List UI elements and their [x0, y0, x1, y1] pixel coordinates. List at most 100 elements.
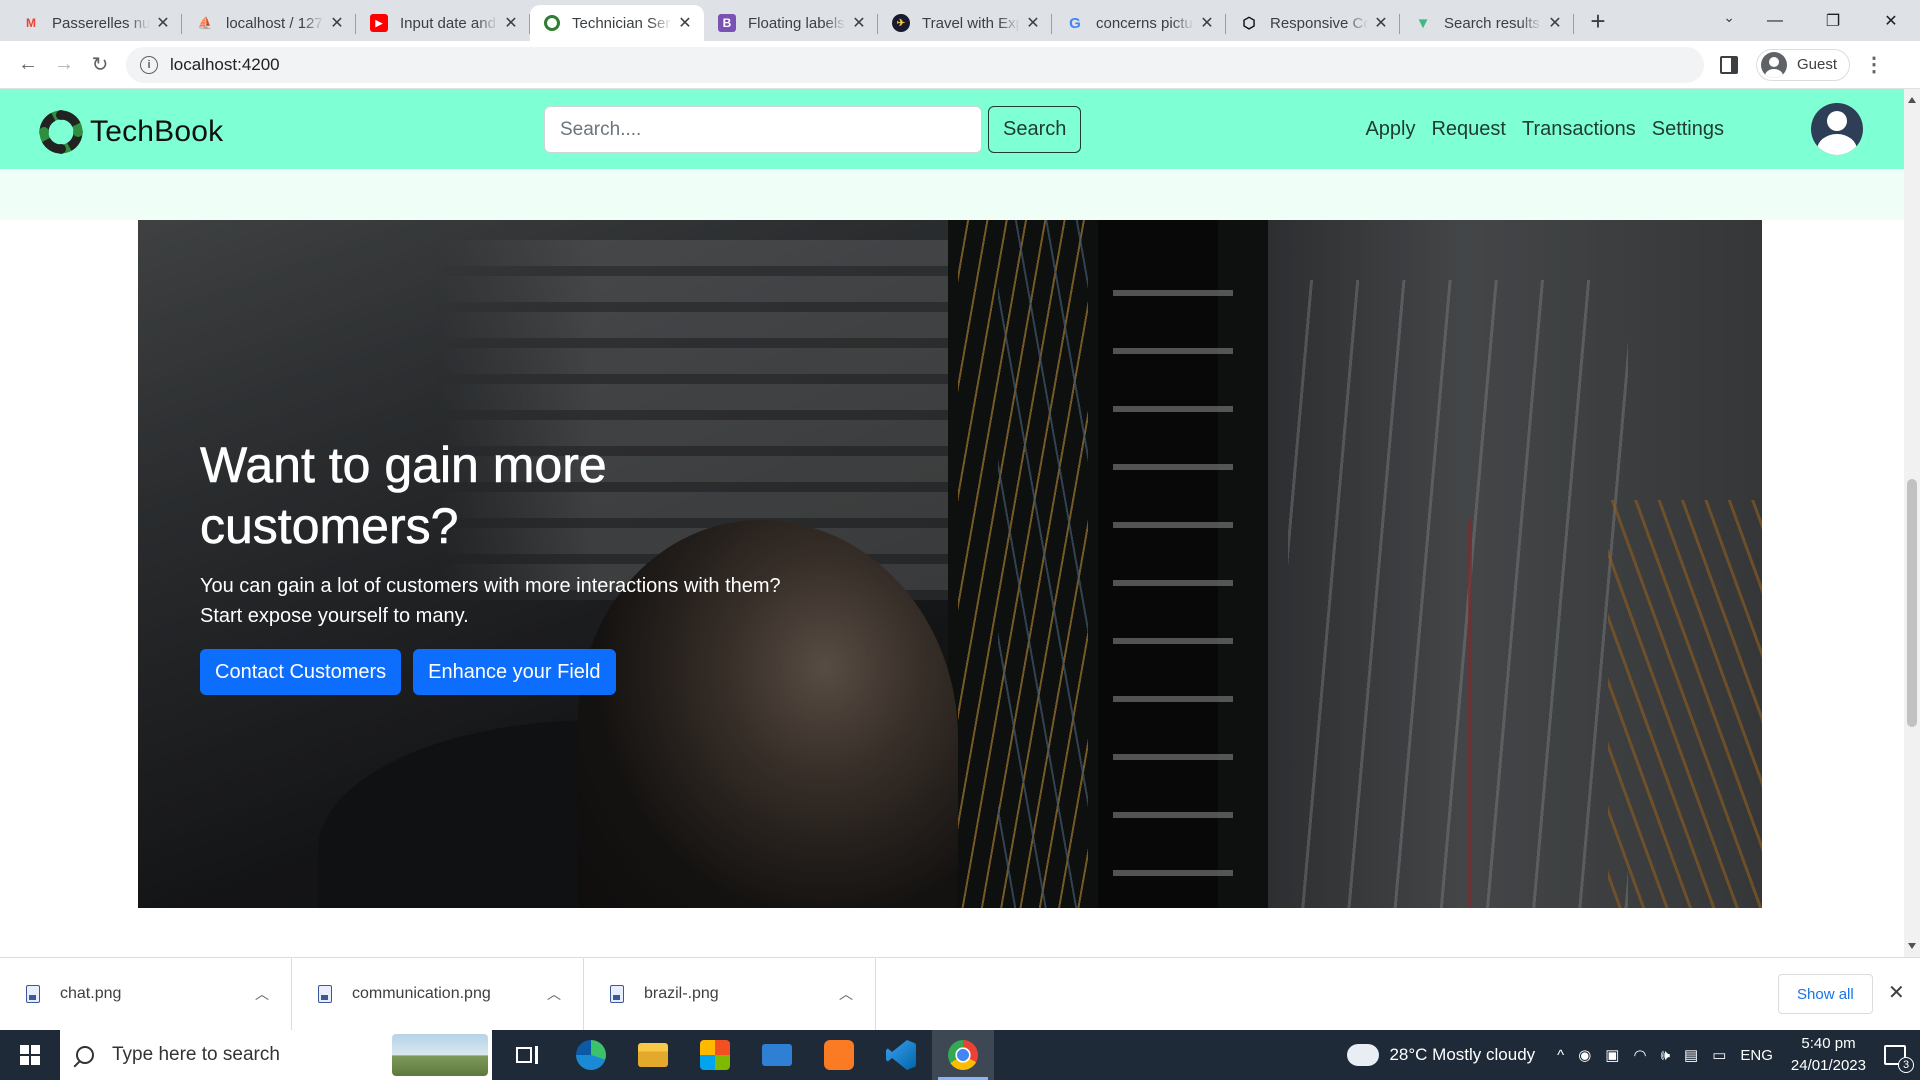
download-item[interactable]: communication.png ︿ — [292, 957, 584, 1031]
taskbar-vscode[interactable] — [870, 1030, 932, 1080]
close-icon[interactable]: ✕ — [328, 14, 346, 32]
forward-icon[interactable]: → — [46, 47, 82, 83]
chevron-up-icon[interactable]: ︿ — [255, 984, 269, 1004]
meet-now-icon[interactable]: ▣ — [1605, 1046, 1619, 1064]
battery-icon[interactable]: ▭ — [1712, 1046, 1726, 1064]
close-icon[interactable]: ✕ — [1372, 14, 1390, 32]
tab-title: Search results — [1444, 14, 1540, 32]
task-view-button[interactable] — [498, 1030, 560, 1080]
taskbar-apps — [498, 1030, 994, 1080]
tray-icons: ^ ◉ ▣ ◠ 🕪 ▤ ▭ ENG — [1557, 1046, 1773, 1065]
nav-link-transactions[interactable]: Transactions — [1522, 118, 1636, 141]
scrollbar-thumb[interactable] — [1907, 479, 1917, 727]
search-input[interactable] — [544, 106, 982, 153]
taskbar-mail[interactable] — [746, 1030, 808, 1080]
tab-search-icon[interactable]: ⌄ — [1723, 9, 1735, 26]
download-item[interactable]: chat.png ︿ — [0, 957, 292, 1031]
clock[interactable]: 5:40 pm 24/01/2023 — [1791, 1033, 1866, 1077]
back-icon[interactable]: ← — [10, 47, 46, 83]
minimize-icon[interactable]: — — [1746, 0, 1804, 41]
nav-link-settings[interactable]: Settings — [1652, 118, 1724, 141]
taskbar-search[interactable]: Type here to search — [60, 1030, 492, 1080]
page-viewport: TechBook Search Apply Request Transactio… — [0, 89, 1904, 957]
address-bar[interactable]: i localhost:4200 — [126, 46, 1704, 83]
network-icon[interactable]: ◉ — [1578, 1046, 1591, 1064]
side-panel-icon[interactable] — [1720, 55, 1738, 74]
close-icon[interactable]: ✕ — [1024, 14, 1042, 32]
navbar-band — [0, 169, 1904, 220]
tab-title: Passerelles nu — [52, 14, 150, 32]
close-icon[interactable]: ✕ — [1546, 14, 1564, 32]
chevron-up-icon[interactable]: ︿ — [839, 984, 853, 1004]
browser-tab[interactable]: G concerns pictu ✕ — [1052, 5, 1226, 41]
search-button[interactable]: Search — [988, 106, 1082, 153]
search-icon — [76, 1046, 94, 1064]
page-scrollbar[interactable] — [1904, 89, 1920, 957]
chrome-icon — [948, 1040, 978, 1070]
browser-tab[interactable]: B Floating labels ✕ — [704, 5, 878, 41]
address-text: localhost:4200 — [170, 54, 280, 74]
menu-icon[interactable]: ⋮ — [1864, 52, 1884, 77]
browser-tab[interactable]: M Passerelles nu ✕ — [8, 5, 182, 41]
windows-icon — [20, 1045, 40, 1065]
close-shelf-icon[interactable]: ✕ — [1888, 980, 1905, 1005]
profile-button[interactable]: Guest — [1756, 48, 1851, 81]
show-all-button[interactable]: Show all — [1778, 974, 1873, 1014]
xampp-icon — [824, 1040, 854, 1070]
weather-text[interactable]: 28°C Mostly cloudy — [1389, 1045, 1535, 1065]
scroll-up-icon[interactable] — [1908, 97, 1916, 103]
restore-icon[interactable]: ❐ — [1804, 0, 1862, 41]
start-button[interactable] — [0, 1030, 60, 1080]
hero-subtitle: You can gain a lot of customers with mor… — [200, 571, 840, 631]
gmail-icon: M — [26, 16, 36, 30]
expedia-icon: ✈ — [892, 14, 910, 32]
language-indicator[interactable]: ENG — [1740, 1047, 1773, 1064]
close-icon[interactable]: ✕ — [850, 14, 868, 32]
browser-tab-active[interactable]: Technician Ser ✕ — [530, 5, 704, 41]
site-info-icon[interactable]: i — [140, 55, 158, 74]
phpmyadmin-icon: ⛵ — [197, 16, 213, 30]
image-file-icon — [610, 985, 624, 1003]
volume-icon[interactable]: 🕪 — [1661, 1047, 1670, 1064]
taskbar-store[interactable] — [684, 1030, 746, 1080]
nav-link-apply[interactable]: Apply — [1365, 118, 1415, 141]
taskbar-file-explorer[interactable] — [622, 1030, 684, 1080]
tab-title: Floating labels — [748, 14, 845, 32]
site-navbar: TechBook Search Apply Request Transactio… — [0, 89, 1904, 169]
browser-tab[interactable]: ⬡ Responsive Co ✕ — [1226, 5, 1400, 41]
taskbar: Type here to search 28°C Mostly cloudy ^… — [0, 1030, 1920, 1080]
browser-tab[interactable]: ⛵ localhost / 127 ✕ — [182, 5, 356, 41]
reload-icon[interactable]: ↻ — [82, 47, 118, 83]
notification-icon[interactable]: 3 — [1884, 1045, 1914, 1073]
browser-tab[interactable]: ▶ Input date and ✕ — [356, 5, 530, 41]
enhance-field-button[interactable]: Enhance your Field — [413, 649, 616, 695]
wifi-icon[interactable]: ◠ — [1633, 1046, 1646, 1064]
user-avatar-icon[interactable] — [1811, 103, 1863, 155]
close-icon[interactable]: ✕ — [502, 14, 520, 32]
search-highlight-image — [392, 1034, 488, 1076]
taskbar-chrome[interactable] — [932, 1030, 994, 1080]
close-window-icon[interactable]: ✕ — [1862, 0, 1920, 41]
avatar-icon — [1761, 51, 1787, 78]
nav-link-request[interactable]: Request — [1431, 118, 1506, 141]
download-item[interactable]: brazil-.png ︿ — [584, 957, 876, 1031]
edge-icon — [576, 1040, 606, 1070]
brand[interactable]: TechBook — [36, 107, 223, 157]
close-icon[interactable]: ✕ — [676, 14, 694, 32]
download-filename: brazil-.png — [644, 985, 719, 1002]
browser-tab[interactable]: ▼ Search results ✕ — [1400, 5, 1574, 41]
update-icon[interactable]: ▤ — [1684, 1046, 1698, 1064]
mail-icon — [762, 1044, 792, 1066]
scroll-down-icon[interactable] — [1908, 943, 1916, 949]
tab-title: Travel with Exp — [922, 14, 1020, 32]
contact-customers-button[interactable]: Contact Customers — [200, 649, 402, 695]
chevron-up-icon[interactable]: ^ — [1557, 1047, 1564, 1064]
chevron-up-icon[interactable]: ︿ — [547, 984, 561, 1004]
new-tab-button[interactable]: + — [1580, 3, 1616, 39]
taskbar-xampp[interactable] — [808, 1030, 870, 1080]
close-icon[interactable]: ✕ — [1198, 14, 1216, 32]
close-icon[interactable]: ✕ — [154, 14, 172, 32]
taskbar-edge[interactable] — [560, 1030, 622, 1080]
browser-tab[interactable]: ✈ Travel with Exp ✕ — [878, 5, 1052, 41]
hero-actions: Contact Customers Enhance your Field — [200, 649, 840, 695]
